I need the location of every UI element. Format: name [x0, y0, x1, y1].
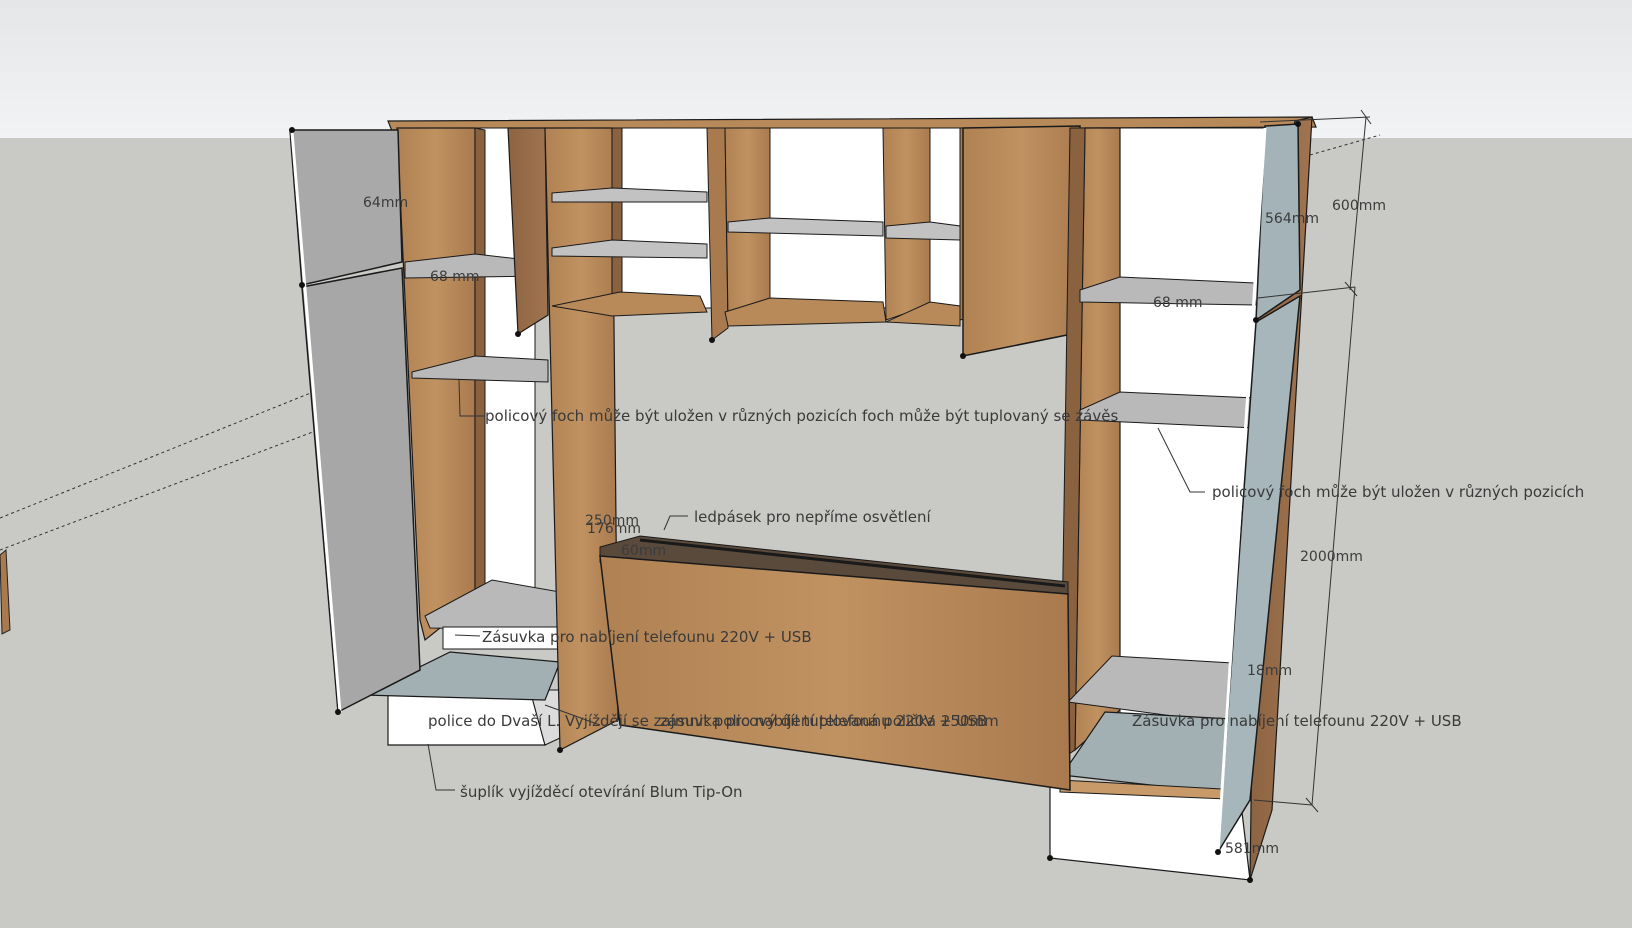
note-socket-right: Zásuvka pro nabíjení telefounu 220V + US… [1132, 712, 1462, 730]
dim-60mm: 60mm [621, 543, 667, 559]
note-drawer: šuplík vyjížděcí otevírání Blum Tip-On [460, 783, 743, 801]
dim-68mm-left: 68 mm [430, 269, 480, 285]
dim-600mm: 600mm [1332, 198, 1386, 214]
dim-64mm: 64mm [363, 195, 409, 211]
upper-right-open-door [962, 125, 1081, 357]
dim-18mm: 18mm [1247, 663, 1293, 679]
note-socket-mid: zásuvka pro nabíjení telefounu 220V + US… [660, 712, 988, 730]
note-socket-left: Zásuvka pro nabíjení telefounu 220V + US… [482, 628, 812, 646]
dim-176mm: 176mm [587, 521, 641, 537]
dim-564mm: 564mm [1265, 211, 1319, 227]
dim-581mm: 581mm [1225, 841, 1279, 857]
note-shelf-positions-left: policový foch může být uložen v různých … [485, 407, 1119, 425]
note-shelf-positions-right: policový foch může být uložen v různých … [1212, 483, 1585, 501]
note-ledstrip: ledpásek pro nepříme osvětlení [694, 508, 931, 526]
wardrobe-model-viewport[interactable] [0, 0, 1632, 928]
dim-2000mm: 2000mm [1300, 549, 1363, 565]
dim-68mm-right: 68 mm [1153, 295, 1203, 311]
sky-background [0, 0, 1632, 138]
